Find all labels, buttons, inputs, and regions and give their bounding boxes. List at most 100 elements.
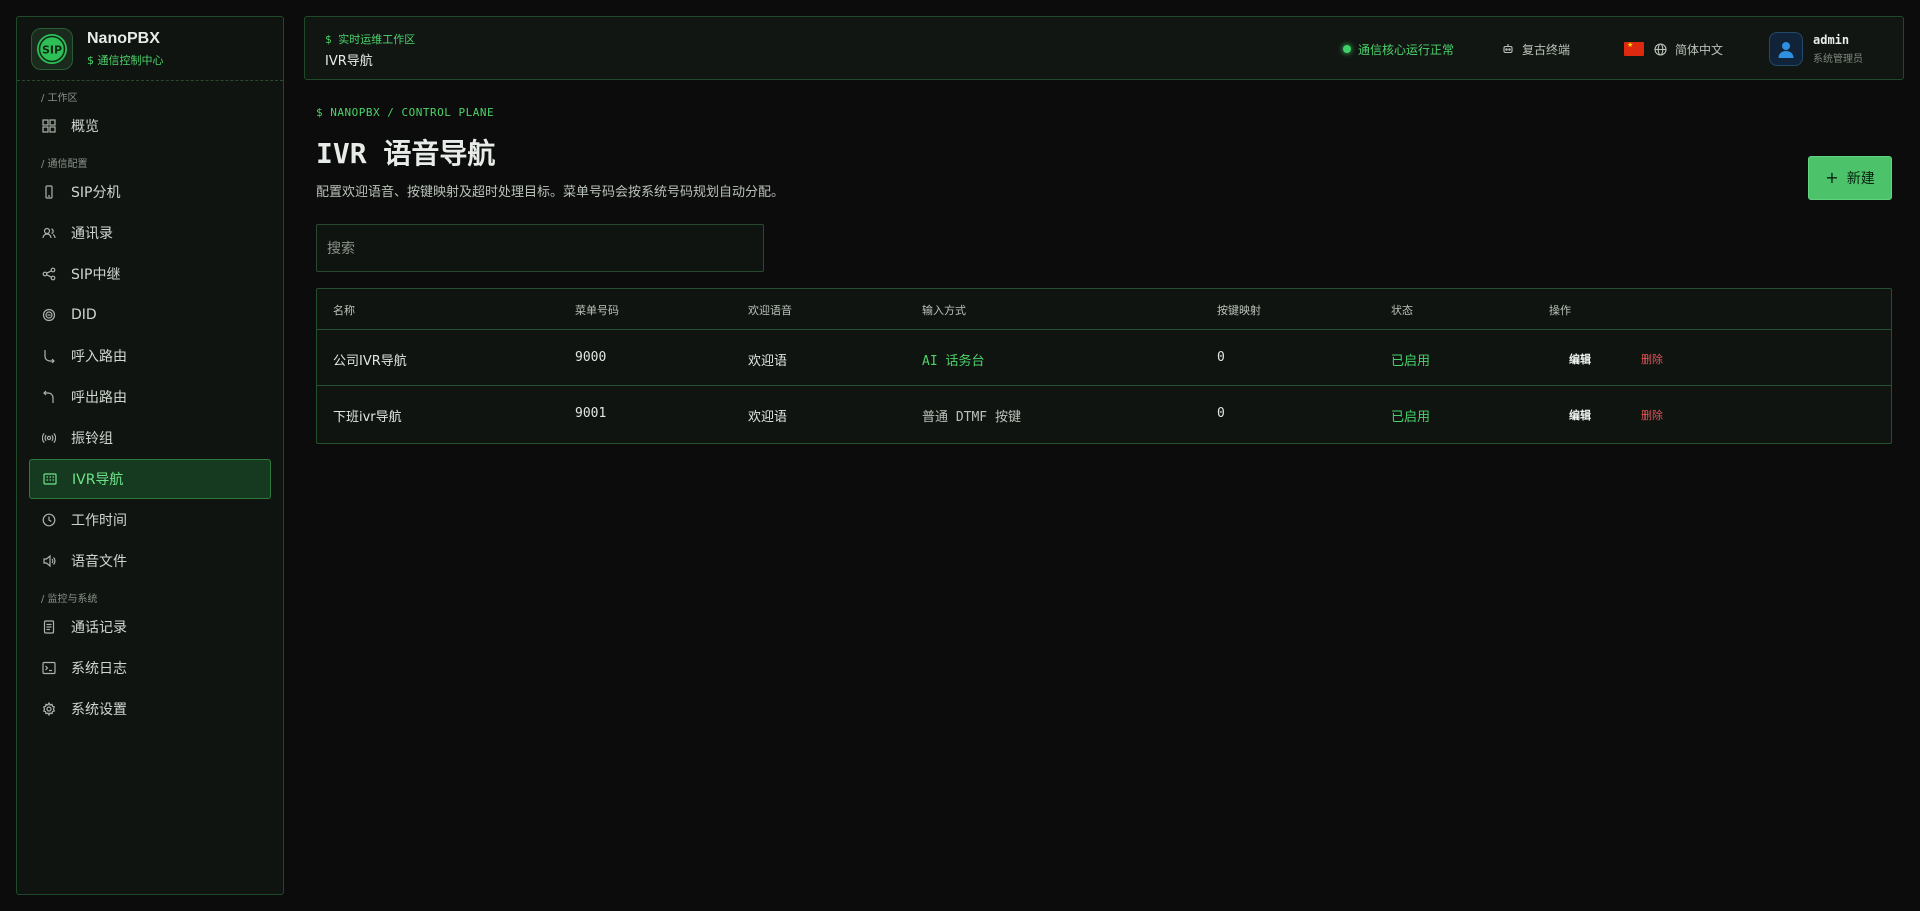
- user-role: 系统管理员: [1813, 54, 1863, 65]
- edit-button[interactable]: 编辑: [1569, 351, 1591, 367]
- sidebar-item-label: 工作时间: [71, 513, 127, 529]
- ivr-name: 下班ivr导航: [333, 410, 402, 425]
- user-name: admin: [1813, 33, 1850, 47]
- column-header-name: 名称: [333, 304, 355, 317]
- page-title: IVR 语音导航: [316, 137, 496, 170]
- ivr-table: 名称 菜单号码 欢迎语音 输入方式 按键映射 状态 操作 公司IVR导航 900…: [316, 288, 1892, 444]
- status-badge: 已启用: [1391, 354, 1431, 369]
- topbar-title: IVR导航: [325, 54, 373, 69]
- ivr-greeting: 欢迎语: [748, 354, 788, 369]
- sidebar-item-settings[interactable]: 系统设置: [29, 689, 271, 729]
- sidebar-item-label: 系统日志: [71, 661, 127, 677]
- column-header-greeting: 欢迎语音: [748, 304, 792, 317]
- sidebar-item-label: 呼出路由: [71, 390, 127, 406]
- ivr-key-mappings: 0: [1217, 406, 1225, 421]
- delete-button[interactable]: 删除: [1641, 407, 1663, 423]
- ring-group-icon: [41, 430, 57, 446]
- ivr-greeting: 欢迎语: [748, 410, 788, 425]
- user-menu[interactable]: admin 系统管理员: [1769, 32, 1863, 66]
- sidebar-item-business-hours[interactable]: 工作时间: [29, 500, 271, 540]
- retro-terminal-toggle[interactable]: 复古终端: [1502, 41, 1570, 58]
- sidebar-item-label: SIP分机: [71, 185, 121, 201]
- nav-section-comm-config: / 通信配置: [41, 159, 88, 170]
- nav-section-monitoring: / 监控与系统: [41, 594, 98, 605]
- sidebar-item-ivr[interactable]: IVR导航: [29, 459, 271, 499]
- new-button[interactable]: + 新建: [1808, 156, 1892, 200]
- robot-icon: [1502, 43, 1514, 55]
- brand-name: NanoPBX: [87, 29, 160, 47]
- svg-text:SIP: SIP: [42, 43, 62, 56]
- globe-icon: [1654, 42, 1667, 56]
- language-label: 简体中文: [1674, 42, 1723, 57]
- avatar: [1769, 32, 1803, 66]
- sidebar-item-contacts[interactable]: 通讯录: [29, 213, 271, 253]
- sidebar-item-ring-groups[interactable]: 振铃组: [29, 418, 271, 458]
- sidebar-item-did[interactable]: DID: [29, 295, 271, 335]
- sip-logo-icon: SIP: [31, 27, 73, 70]
- sidebar-item-outbound-routes[interactable]: 呼出路由: [29, 377, 271, 417]
- column-header-number: 菜单号码: [575, 304, 619, 317]
- share-icon: [41, 266, 57, 282]
- target-icon: [41, 307, 57, 323]
- new-button-label: 新建: [1846, 171, 1875, 187]
- clock-icon: [41, 512, 57, 528]
- user-icon: [1778, 42, 1794, 58]
- sidebar-item-overview[interactable]: 概览: [29, 106, 271, 146]
- sidebar-item-call-records[interactable]: 通话记录: [29, 607, 271, 647]
- table-row: 下班ivr导航 9001 欢迎语 普通 DTMF 按键 0 已启用 编辑 删除: [317, 386, 1891, 442]
- brand: SIP NanoPBX $ 通信控制中心: [17, 17, 283, 81]
- sidebar-item-label: 概览: [71, 119, 99, 135]
- plus-icon: +: [1825, 168, 1839, 187]
- sidebar-item-label: 振铃组: [71, 431, 113, 447]
- sidebar-item-label: DID: [71, 307, 97, 323]
- nav-section-workspace: / 工作区: [41, 93, 78, 104]
- ivr-name: 公司IVR导航: [333, 354, 407, 369]
- terminal-icon: [41, 660, 57, 676]
- ivr-key-mappings: 0: [1217, 350, 1225, 365]
- phone-icon: [41, 184, 57, 200]
- contacts-icon: [41, 225, 57, 241]
- search-input[interactable]: [316, 224, 764, 272]
- gear-icon: [41, 701, 57, 717]
- topbar: $ 实时运维工作区 IVR导航 通信核心运行正常 复古终端 简体中文 admin…: [304, 16, 1904, 80]
- table-row: 公司IVR导航 9000 欢迎语 AI 话务台 0 已启用 编辑 删除: [317, 330, 1891, 386]
- sidebar-item-label: 通讯录: [71, 226, 113, 242]
- keypad-icon: [42, 471, 58, 487]
- ivr-number: 9000: [575, 350, 607, 365]
- sidebar-item-inbound-routes[interactable]: 呼入路由: [29, 336, 271, 376]
- column-header-keys: 按键映射: [1217, 304, 1261, 317]
- column-header-input: 输入方式: [922, 304, 966, 317]
- inbound-arrow-icon: [41, 348, 57, 364]
- file-icon: [41, 619, 57, 635]
- delete-button[interactable]: 删除: [1641, 351, 1663, 367]
- edit-button[interactable]: 编辑: [1569, 407, 1591, 423]
- sidebar-item-label: 语音文件: [71, 554, 127, 570]
- sidebar-item-voice-files[interactable]: 语音文件: [29, 541, 271, 581]
- retro-terminal-label: 复古终端: [1521, 42, 1570, 57]
- status-dot-icon: [1342, 45, 1351, 53]
- outbound-arrow-icon: [41, 389, 57, 405]
- language-switcher[interactable]: 简体中文: [1654, 41, 1723, 58]
- sidebar-item-label: IVR导航: [72, 472, 124, 488]
- topbar-subtitle: $ 实时运维工作区: [325, 33, 416, 46]
- ivr-input-method: 普通 DTMF 按键: [922, 410, 1021, 425]
- table-header: 名称 菜单号码 欢迎语音 输入方式 按键映射 状态 操作: [317, 289, 1891, 330]
- grid-icon: [41, 118, 57, 134]
- sidebar-item-label: 系统设置: [71, 702, 127, 718]
- speaker-icon: [41, 553, 57, 569]
- breadcrumb: $ NANOPBX / CONTROL PLANE: [316, 106, 495, 119]
- system-status: 通信核心运行正常: [1357, 42, 1454, 57]
- ivr-number: 9001: [575, 406, 607, 421]
- china-flag-icon: [1623, 41, 1644, 56]
- column-header-actions: 操作: [1549, 304, 1571, 317]
- sidebar-item-label: SIP中继: [71, 267, 121, 283]
- sidebar-item-system-logs[interactable]: 系统日志: [29, 648, 271, 688]
- column-header-status: 状态: [1391, 304, 1413, 317]
- sidebar-item-sip-trunk[interactable]: SIP中继: [29, 254, 271, 294]
- sidebar-item-sip-extensions[interactable]: SIP分机: [29, 172, 271, 212]
- brand-subtitle: $ 通信控制中心: [87, 53, 164, 67]
- ivr-input-method: AI 话务台: [922, 354, 985, 369]
- page-description: 配置欢迎语音、按键映射及超时处理目标。菜单号码会按系统号码规划自动分配。: [316, 185, 785, 200]
- sidebar: SIP NanoPBX $ 通信控制中心 / 工作区 概览 / 通信配置 SIP…: [16, 16, 284, 895]
- status-badge: 已启用: [1391, 410, 1431, 425]
